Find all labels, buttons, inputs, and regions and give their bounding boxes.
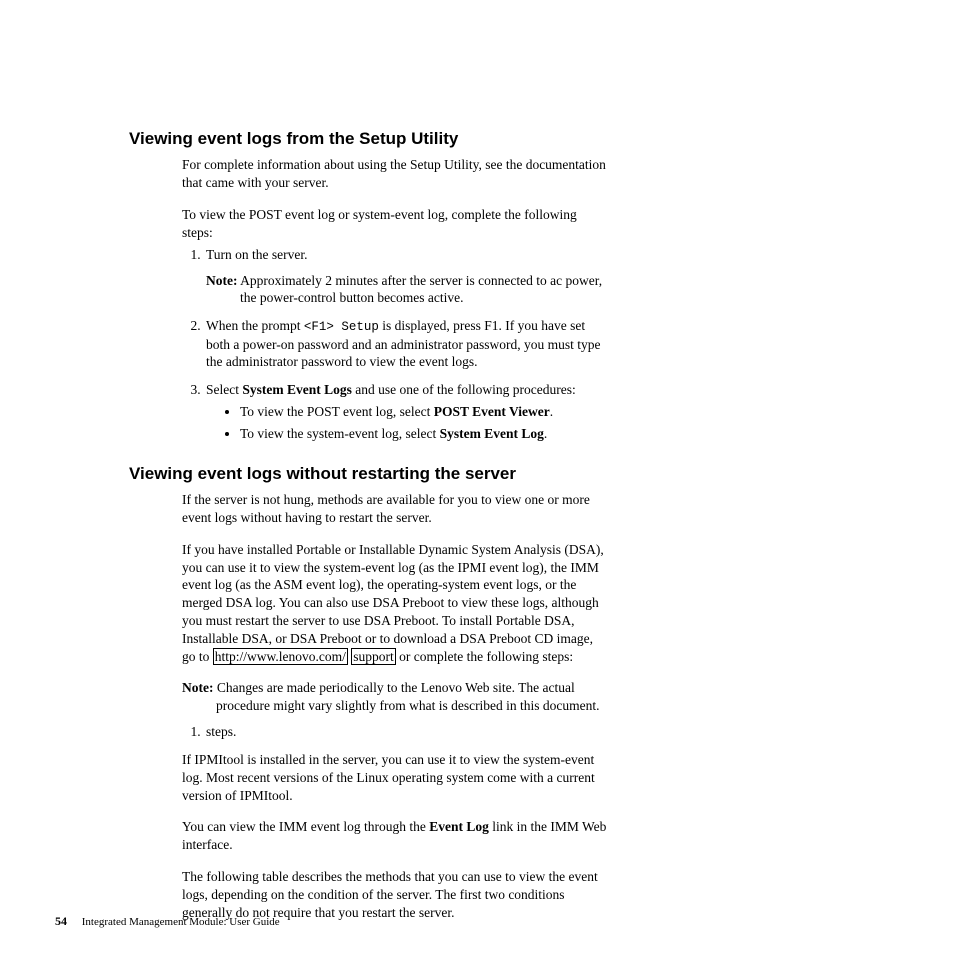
step-text: Select [206,382,242,397]
para: If the server is not hung, methods are a… [182,491,607,527]
note-label: Note: [182,680,213,695]
step-text: steps. [206,724,236,739]
ordered-steps: Turn on the server. Note: Approximately … [182,246,607,443]
bullet-text: To view the system-event log, select [240,426,440,441]
bullet-text: . [544,426,547,441]
bullet-text: To view the POST event log, select [240,404,434,419]
note: Note: Approximately 2 minutes after the … [206,272,607,308]
para: To view the POST event log or system-eve… [182,206,607,242]
bold-text: System Event Logs [242,382,352,397]
para: You can view the IMM event log through t… [182,818,607,854]
para: For complete information about using the… [182,156,607,192]
bullet-text: . [550,404,553,419]
para-text: or complete the following steps: [396,649,573,664]
para-text: You can view the IMM event log through t… [182,819,429,834]
ordered-steps: steps. [182,723,607,741]
heading-setup-utility: Viewing event logs from the Setup Utilit… [129,128,819,150]
note-label: Note: [206,273,237,288]
step-text: and use one of the following procedures: [352,382,576,397]
step-item: When the prompt <F1> Setup is displayed,… [204,317,607,371]
para-text: If you have installed Portable or Instal… [182,542,604,664]
step-item: Select System Event Logs and use one of … [204,381,607,442]
note-text: Approximately 2 minutes after the server… [240,273,602,306]
heading-without-restart: Viewing event logs without restarting th… [129,463,819,485]
page-number: 54 [55,914,67,928]
external-link[interactable]: http://www.lenovo.com/ [213,648,348,665]
note: Note: Changes are made periodically to t… [182,679,607,715]
step-text: When the prompt [206,318,304,333]
bold-text: Event Log [429,819,489,834]
step-text: Turn on the server. [206,247,308,262]
note-text: Changes are made periodically to the Len… [216,680,600,713]
list-item: To view the system-event log, select Sys… [240,425,607,443]
mono-text: <F1> Setup [304,320,379,334]
external-link[interactable]: support [351,648,396,665]
bold-text: POST Event Viewer [434,404,550,419]
step-item: steps. [204,723,607,741]
sub-bullets: To view the POST event log, select POST … [206,403,607,443]
bold-text: System Event Log [440,426,544,441]
page-footer: 54 Integrated Management Module: User Gu… [55,914,280,930]
para: If IPMItool is installed in the server, … [182,751,607,804]
list-item: To view the POST event log, select POST … [240,403,607,421]
para: If you have installed Portable or Instal… [182,541,607,666]
step-item: Turn on the server. Note: Approximately … [204,246,607,307]
doc-title: Integrated Management Module: User Guide [82,916,280,928]
